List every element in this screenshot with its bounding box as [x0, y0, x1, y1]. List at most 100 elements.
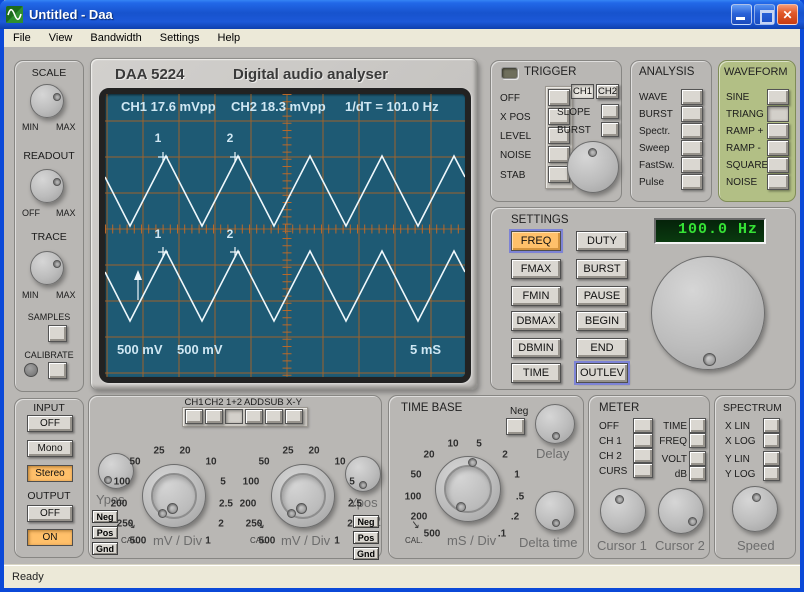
mode-add-button[interactable]: [245, 409, 263, 424]
timebase-neg-button[interactable]: [506, 418, 525, 435]
speed-knob[interactable]: [732, 486, 778, 532]
timebase-unit-label: mS / Div: [447, 533, 497, 548]
trigger-ch1-button[interactable]: CH1: [571, 84, 594, 99]
mode-ch2-button[interactable]: [205, 409, 223, 424]
analysis-fastsw-button[interactable]: [681, 157, 703, 173]
trigger-burst-button[interactable]: [601, 122, 619, 137]
waveform-triang-button[interactable]: [767, 106, 789, 122]
waveform-noise-button[interactable]: [767, 174, 789, 190]
settings-outlev-button[interactable]: OUTLEV: [574, 361, 630, 385]
analysis-wave-button[interactable]: [681, 89, 703, 105]
ch1-pos-button[interactable]: Pos: [92, 526, 118, 539]
waveform-ramp-plus-button[interactable]: [767, 123, 789, 139]
meter-off-button[interactable]: [633, 418, 653, 433]
calibrate-led: [24, 363, 38, 377]
settings-fmax-button[interactable]: FMAX: [511, 259, 561, 279]
ch2-gnd-button[interactable]: Gnd: [353, 547, 379, 560]
analysis-panel: ANALYSIS WAVE BURST Spectr. Sweep FastSw…: [630, 60, 712, 202]
settings-begin-button[interactable]: BEGIN: [576, 311, 628, 331]
settings-duty-button[interactable]: DUTY: [576, 231, 628, 251]
spectrum-ylin-button[interactable]: [763, 451, 780, 466]
trigger-noise-label: NOISE: [500, 150, 532, 161]
settings-main-knob[interactable]: [651, 256, 765, 370]
meter-time-button[interactable]: [689, 418, 706, 433]
meter-ch2-button[interactable]: [633, 448, 653, 463]
waveform-sine-button[interactable]: [767, 89, 789, 105]
mode-xy-button[interactable]: [285, 409, 303, 424]
waveform-square-button[interactable]: [767, 157, 789, 173]
trigger-slope-button[interactable]: [601, 104, 619, 119]
delta-time-knob[interactable]: [535, 491, 575, 531]
mode-1plus2-button[interactable]: [225, 409, 243, 424]
scale-label: SCALE: [31, 67, 67, 79]
cursor2-knob[interactable]: [658, 488, 704, 534]
settings-freq-button[interactable]: FREQ: [509, 229, 563, 253]
ch2-volts-div-knob[interactable]: [271, 464, 335, 528]
readout-max-label: MAX: [56, 208, 76, 218]
spectrum-xlog-button[interactable]: [763, 433, 780, 448]
delay-knob[interactable]: [535, 404, 575, 444]
ch2-neg-button[interactable]: Neg: [353, 515, 379, 528]
analysis-spectr-button[interactable]: [681, 123, 703, 139]
ch2-pos-button[interactable]: Pos: [353, 531, 379, 544]
input-stereo-button[interactable]: Stereo: [27, 465, 73, 482]
output-off-button[interactable]: OFF: [27, 505, 73, 522]
trigger-ch2-button[interactable]: CH2: [596, 84, 619, 99]
trace-knob[interactable]: [30, 251, 64, 285]
menu-help[interactable]: Help: [209, 30, 250, 46]
ch1-gnd-button[interactable]: Gnd: [92, 542, 118, 555]
minimize-button[interactable]: [731, 4, 752, 25]
meter-ch2-label: CH 2: [599, 451, 622, 462]
settings-dbmax-button[interactable]: DBMAX: [511, 311, 561, 331]
output-on-button[interactable]: ON: [27, 529, 73, 546]
readout-knob[interactable]: [30, 169, 64, 203]
meter-volt-button[interactable]: [689, 451, 706, 466]
spectrum-xlin-button[interactable]: [763, 418, 780, 433]
app-icon: [6, 6, 23, 23]
trigger-off-button[interactable]: [548, 89, 570, 106]
settings-time-button[interactable]: TIME: [511, 363, 561, 383]
menu-settings[interactable]: Settings: [151, 30, 209, 46]
cursor1-knob[interactable]: [600, 488, 646, 534]
mode-ch1-button[interactable]: [185, 409, 203, 424]
ch1-scale-readout: 500 mV: [117, 342, 163, 357]
settings-pause-button[interactable]: PAUSE: [576, 286, 628, 306]
meter-ch1-button[interactable]: [633, 433, 653, 448]
spectrum-xlog-label: X LOG: [725, 436, 756, 447]
meter-title: METER: [599, 402, 640, 414]
timebase-knob[interactable]: [435, 456, 501, 522]
scale-knob[interactable]: [30, 84, 64, 118]
analysis-burst-button[interactable]: [681, 106, 703, 122]
meter-curs-button[interactable]: [633, 463, 653, 478]
settings-fmin-button[interactable]: FMIN: [511, 286, 561, 306]
settings-dbmin-button[interactable]: DBMIN: [511, 338, 561, 358]
titlebar[interactable]: Untitled - Daa ✕: [0, 0, 804, 29]
spectrum-ylin-label: Y LIN: [725, 454, 750, 465]
ch1-volts-div-knob[interactable]: [142, 464, 206, 528]
readout-label: READOUT: [23, 150, 75, 162]
analysis-sweep-button[interactable]: [681, 140, 703, 156]
menu-bandwidth[interactable]: Bandwidth: [81, 30, 150, 46]
calibrate-label: CALIBRATE: [24, 350, 74, 360]
samples-button[interactable]: [48, 325, 67, 342]
close-button[interactable]: ✕: [777, 4, 798, 25]
spectrum-ylog-button[interactable]: [763, 466, 780, 481]
menu-view[interactable]: View: [40, 30, 82, 46]
input-off-button[interactable]: OFF: [27, 415, 73, 432]
calibrate-button[interactable]: [48, 362, 67, 379]
waveform-title: WAVEFORM: [724, 66, 788, 78]
mode-sub-button[interactable]: [265, 409, 283, 424]
maximize-button[interactable]: [754, 4, 775, 25]
input-mono-button[interactable]: Mono: [27, 440, 73, 457]
analysis-pulse-button[interactable]: [681, 174, 703, 190]
meter-db-button[interactable]: [689, 466, 706, 481]
trigger-knob[interactable]: [567, 141, 619, 193]
settings-burst-button[interactable]: BURST: [576, 259, 628, 279]
ch1-neg-button[interactable]: Neg: [92, 510, 118, 523]
meter-freq-button[interactable]: [689, 433, 706, 448]
waveform-ramp-minus-button[interactable]: [767, 140, 789, 156]
menu-file[interactable]: File: [4, 30, 40, 46]
scope-screen: CH1 17.6 mVpp CH2 18.3 mVpp 1/dT = 101.0…: [104, 94, 466, 377]
analysis-sweep-label: Sweep: [639, 143, 670, 154]
settings-end-button[interactable]: END: [576, 338, 628, 358]
